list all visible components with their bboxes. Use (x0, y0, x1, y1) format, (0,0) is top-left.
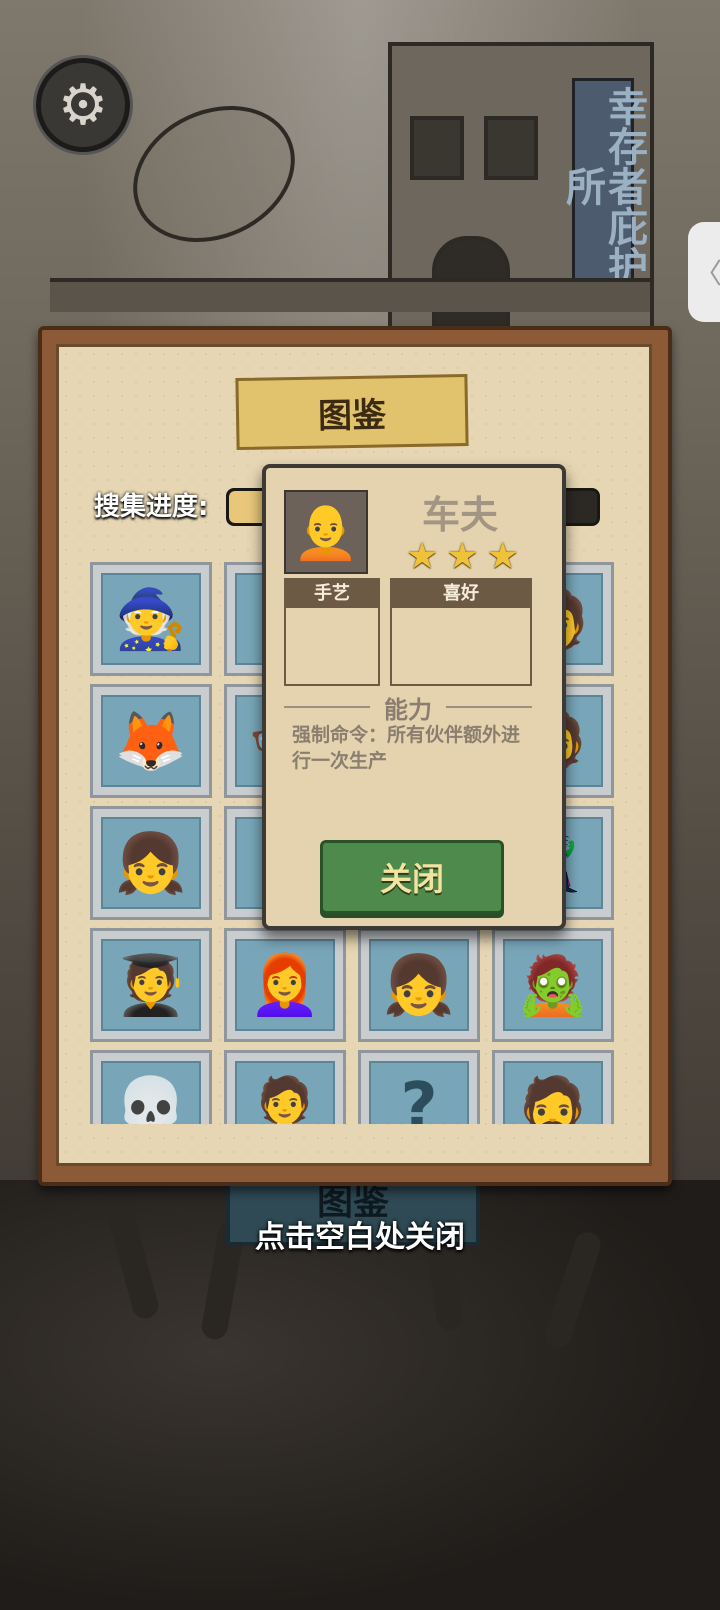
character-card[interactable]: 👧 (358, 928, 480, 1042)
ability-heading: 能力 (284, 690, 532, 725)
character-icon: 🧟 (516, 950, 590, 1019)
character-card-locked[interactable]: ? (358, 1050, 480, 1124)
character-card[interactable]: 👧 (90, 806, 212, 920)
divider (284, 706, 370, 708)
ability-label: 能力 (384, 696, 432, 724)
collection-title: 图鉴 (235, 373, 469, 451)
character-card[interactable]: 🧔 (492, 1050, 614, 1124)
character-icon: 👧 (114, 828, 188, 897)
card-art: 👩‍🦰 (235, 939, 335, 1031)
star-rating: ★ ★ ★ (406, 536, 519, 577)
character-card[interactable]: 👩‍🦰 (224, 928, 346, 1042)
window (410, 116, 464, 180)
tap-to-close-hint[interactable]: 点击空白处关闭 (0, 1212, 720, 1256)
card-art: ? (369, 1061, 469, 1124)
character-card[interactable]: 💀 (90, 1050, 212, 1124)
window (484, 116, 538, 180)
character-icon: 🧑‍🎓 (114, 950, 188, 1019)
character-icon: 🧙 (114, 584, 188, 653)
character-card[interactable]: 🧑‍💼 (224, 1050, 346, 1124)
rooftop (50, 278, 650, 312)
character-icon: 👧 (382, 950, 456, 1019)
star-icon: ★ (446, 536, 479, 577)
close-button[interactable]: 关闭 (320, 840, 504, 914)
card-art: 🧑‍🎓 (101, 939, 201, 1031)
character-card[interactable]: 🦊 (90, 684, 212, 798)
character-icon: 🦊 (114, 706, 188, 775)
ability-description: 强制命令：所有伙伴额外进行一次生产 (292, 724, 521, 772)
craft-label: 手艺 (286, 580, 378, 608)
character-icon: 🧑‍💼 (248, 1072, 322, 1125)
card-art: 🧔 (503, 1061, 603, 1124)
question-mark-icon: ? (400, 1070, 438, 1124)
card-art: 🧑‍💼 (235, 1061, 335, 1124)
character-card[interactable]: 🧟 (492, 928, 614, 1042)
character-portrait: 🧑‍🦲 (284, 490, 368, 574)
character-name: 车夫 (421, 493, 498, 537)
card-art: 🦊 (101, 695, 201, 787)
star-icon: ★ (406, 536, 439, 577)
character-icon: 👩‍🦰 (248, 950, 322, 1019)
character-icon: 💀 (114, 1072, 188, 1125)
card-art: 🧟 (503, 939, 603, 1031)
craft-box: 手艺 (284, 578, 380, 686)
card-art: 💀 (101, 1061, 201, 1124)
character-card[interactable]: 🧙 (90, 562, 212, 676)
progress-label: 搜集进度: (94, 492, 209, 522)
card-art: 👧 (369, 939, 469, 1031)
hobby-label: 喜好 (392, 580, 530, 608)
star-icon: ★ (486, 536, 519, 577)
card-art: 👧 (101, 817, 201, 909)
shelter-sign: 幸存者庇护所 (559, 78, 648, 294)
character-card[interactable]: 🧑‍🎓 (90, 928, 212, 1042)
character-icon: 🧔 (516, 1072, 590, 1125)
settings-gear-icon[interactable]: ⚙ (36, 58, 130, 152)
hobby-box: 喜好 (390, 578, 532, 686)
card-art: 🧙 (101, 573, 201, 665)
divider (446, 706, 532, 708)
side-tab-chevron-left-icon[interactable]: 〈 (688, 222, 720, 322)
